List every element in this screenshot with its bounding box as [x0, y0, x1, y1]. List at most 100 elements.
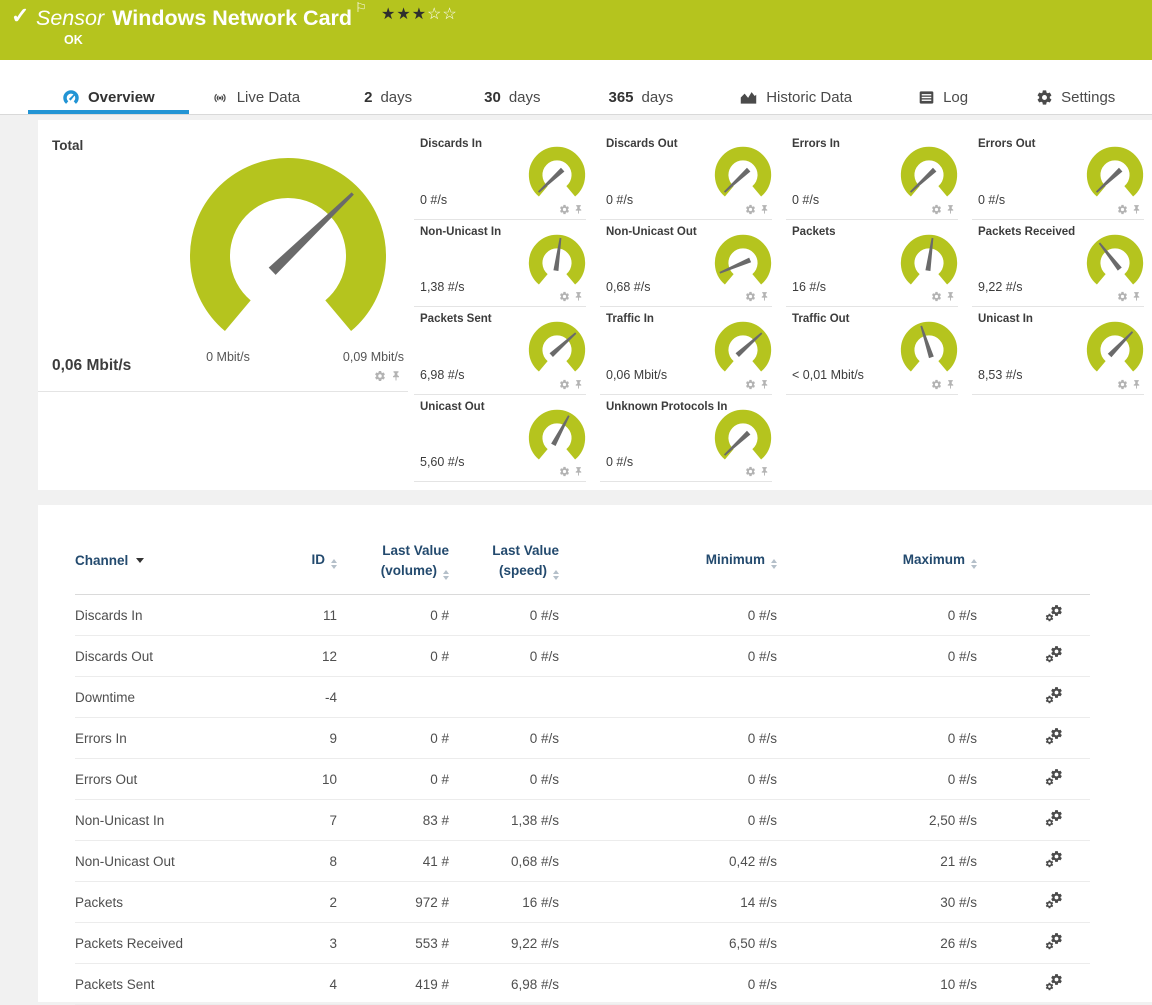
column-header-id[interactable]: ID: [277, 535, 337, 595]
cell-channel[interactable]: Non-Unicast In: [75, 800, 277, 841]
double-gear-icon[interactable]: [1044, 973, 1064, 993]
gear-icon[interactable]: [931, 379, 942, 390]
channel-gauge-cell[interactable]: Errors Out 0 #/s: [968, 132, 1152, 220]
double-gear-icon[interactable]: [1044, 727, 1064, 747]
gauge-value: 8,53 #/s: [978, 368, 1022, 382]
double-gear-icon[interactable]: [1044, 932, 1064, 952]
table-row[interactable]: Non-Unicast Out 8 41 # 0,68 #/s 0,42 #/s…: [75, 841, 1090, 882]
channel-gauge-cell[interactable]: Errors In 0 #/s: [782, 132, 968, 220]
gear-icon[interactable]: [559, 291, 570, 302]
channel-gauge-cell[interactable]: Traffic Out < 0,01 Mbit/s: [782, 307, 968, 395]
channel-gauge-cell[interactable]: Traffic In 0,06 Mbit/s: [596, 307, 782, 395]
table-row[interactable]: Errors Out 10 0 # 0 #/s 0 #/s 0 #/s: [75, 759, 1090, 800]
gear-icon[interactable]: [1117, 291, 1128, 302]
pin-icon[interactable]: [573, 466, 584, 477]
gear-icon[interactable]: [745, 291, 756, 302]
double-gear-icon[interactable]: [1044, 891, 1064, 911]
table-row[interactable]: Non-Unicast In 7 83 # 1,38 #/s 0 #/s 2,5…: [75, 800, 1090, 841]
cell-channel[interactable]: Packets Sent: [75, 964, 277, 1005]
table-row[interactable]: Discards In 11 0 # 0 #/s 0 #/s 0 #/s: [75, 595, 1090, 636]
gear-icon[interactable]: [931, 291, 942, 302]
table-row[interactable]: Downtime -4: [75, 677, 1090, 718]
channel-gauge-cell[interactable]: Non-Unicast Out 0,68 #/s: [596, 220, 782, 308]
tab-log[interactable]: Log: [910, 81, 976, 114]
pin-icon[interactable]: [759, 291, 770, 302]
channel-gauge-cell[interactable]: Discards Out 0 #/s: [596, 132, 782, 220]
pin-icon[interactable]: [1131, 204, 1142, 215]
double-gear-icon[interactable]: [1044, 645, 1064, 665]
tab-overview[interactable]: Overview: [28, 81, 189, 114]
total-gauge-min-label: 0 Mbit/s: [188, 350, 268, 364]
table-row[interactable]: Packets 2 972 # 16 #/s 14 #/s 30 #/s: [75, 882, 1090, 923]
pin-icon[interactable]: [573, 204, 584, 215]
table-row[interactable]: Packets Received 3 553 # 9,22 #/s 6,50 #…: [75, 923, 1090, 964]
column-header-channel[interactable]: Channel: [75, 535, 277, 595]
channel-gauge-cell[interactable]: Discards In 0 #/s: [410, 132, 596, 220]
table-row[interactable]: Packets Sent 4 419 # 6,98 #/s 0 #/s 10 #…: [75, 964, 1090, 1005]
channel-gauge-cell[interactable]: Packets 16 #/s: [782, 220, 968, 308]
gear-icon[interactable]: [931, 204, 942, 215]
gauges-panel: Total 0 Mbit/s 0,09 Mbit/s 0,06 Mbit/s: [38, 120, 1152, 490]
pin-icon[interactable]: [390, 370, 402, 382]
stars-filled[interactable]: ★★★: [381, 6, 427, 23]
pin-icon[interactable]: [1131, 379, 1142, 390]
tab-365-days[interactable]: 365days: [601, 81, 682, 114]
channel-gauge-cell[interactable]: Unknown Protocols In 0 #/s: [596, 395, 782, 483]
cell-channel[interactable]: Non-Unicast Out: [75, 841, 277, 882]
gear-icon[interactable]: [745, 379, 756, 390]
pin-icon[interactable]: [759, 379, 770, 390]
channel-gauge-cell[interactable]: Unicast Out 5,60 #/s: [410, 395, 596, 483]
cell-channel[interactable]: Packets: [75, 882, 277, 923]
double-gear-icon[interactable]: [1044, 604, 1064, 624]
column-header-minimum[interactable]: Minimum: [559, 535, 777, 595]
pin-icon[interactable]: [945, 291, 956, 302]
table-row[interactable]: Discards Out 12 0 # 0 #/s 0 #/s 0 #/s: [75, 636, 1090, 677]
priority-stars[interactable]: ★★★☆☆: [381, 4, 458, 24]
cell-maximum: 0 #/s: [777, 718, 977, 759]
column-header-last-value-speed[interactable]: Last Value(speed): [449, 535, 559, 595]
cell-channel[interactable]: Downtime: [75, 677, 277, 718]
gear-icon[interactable]: [745, 466, 756, 477]
gear-icon[interactable]: [1117, 379, 1128, 390]
double-gear-icon[interactable]: [1044, 850, 1064, 870]
gauge-dial: [710, 403, 776, 469]
gear-icon[interactable]: [559, 466, 570, 477]
pin-icon[interactable]: [573, 379, 584, 390]
tab-settings[interactable]: Settings: [1028, 81, 1123, 114]
pin-icon[interactable]: [759, 204, 770, 215]
gear-icon[interactable]: [374, 370, 386, 382]
table-row[interactable]: Errors In 9 0 # 0 #/s 0 #/s 0 #/s: [75, 718, 1090, 759]
cell-channel[interactable]: Discards In: [75, 595, 277, 636]
double-gear-icon[interactable]: [1044, 686, 1064, 706]
tab-2-days[interactable]: 2days: [356, 81, 420, 114]
channel-gauge-cell[interactable]: Unicast In 8,53 #/s: [968, 307, 1152, 395]
channel-gauge-cell[interactable]: Non-Unicast In 1,38 #/s: [410, 220, 596, 308]
pin-icon[interactable]: [1131, 291, 1142, 302]
gear-icon[interactable]: [559, 204, 570, 215]
pin-icon[interactable]: [573, 291, 584, 302]
flag-icon[interactable]: ⚐: [355, 0, 367, 15]
channel-gauge-cell[interactable]: Packets Sent 6,98 #/s: [410, 307, 596, 395]
tab-30-days[interactable]: 30days: [476, 81, 548, 114]
gear-icon[interactable]: [559, 379, 570, 390]
cell-channel[interactable]: Errors Out: [75, 759, 277, 800]
cell-channel[interactable]: Errors In: [75, 718, 277, 759]
tab-live-data[interactable]: Live Data: [203, 81, 308, 114]
double-gear-icon[interactable]: [1044, 809, 1064, 829]
cell-channel[interactable]: Packets Received: [75, 923, 277, 964]
total-gauge[interactable]: Total 0 Mbit/s 0,09 Mbit/s 0,06 Mbit/s: [38, 120, 410, 392]
gauge-dial: [1082, 315, 1148, 381]
channel-gauge-cell[interactable]: Packets Received 9,22 #/s: [968, 220, 1152, 308]
gear-icon[interactable]: [1117, 204, 1128, 215]
tab-historic-data[interactable]: Historic Data: [731, 81, 860, 114]
divider: [38, 391, 408, 392]
pin-icon[interactable]: [945, 379, 956, 390]
pin-icon[interactable]: [759, 466, 770, 477]
column-header-last-value-volume[interactable]: Last Value(volume): [337, 535, 449, 595]
double-gear-icon[interactable]: [1044, 768, 1064, 788]
cell-channel[interactable]: Discards Out: [75, 636, 277, 677]
pin-icon[interactable]: [945, 204, 956, 215]
gear-icon[interactable]: [745, 204, 756, 215]
column-header-maximum[interactable]: Maximum: [777, 535, 977, 595]
stars-empty[interactable]: ☆☆: [427, 6, 458, 23]
